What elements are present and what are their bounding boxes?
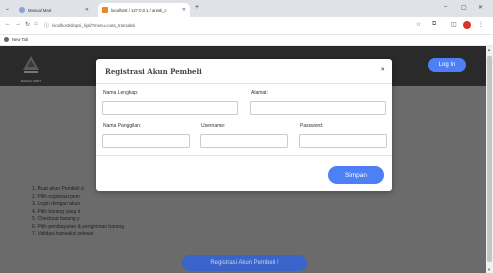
- page-scrollbar[interactable]: ▲ ▼: [486, 46, 493, 273]
- step-item: 4. Pilih barang yang d: [32, 208, 81, 215]
- alamat-label: Alamat:: [251, 90, 268, 96]
- tab-localhost[interactable]: localhost / 127.0.0.1 / aresk_c ✕: [98, 3, 190, 17]
- password-input[interactable]: [299, 134, 387, 148]
- close-window-icon[interactable]: ✕: [478, 4, 483, 11]
- step-item: 6. Pilih pembayaran & pengiriman barang: [32, 223, 124, 230]
- step-item: 2. Pilih registrasi pem: [32, 193, 80, 200]
- step-item: 5. Checkout barang y: [32, 216, 80, 222]
- close-icon[interactable]: ×: [381, 67, 385, 73]
- site-info-icon[interactable]: ⓘ: [44, 22, 49, 29]
- address-bar[interactable]: localhost/dinpsi_rijal/?menu=cara_transa…: [52, 23, 135, 28]
- step-item: 3. Login dengan akun: [32, 201, 81, 207]
- browser-tab-bar: ⌄ Manual Mart ✕ localhost / 127.0.0.1 / …: [0, 0, 493, 17]
- maximize-icon[interactable]: ▢: [461, 4, 467, 11]
- new-tab-icon[interactable]: +: [195, 4, 199, 11]
- modal-divider: [96, 83, 392, 84]
- minimize-icon[interactable]: –: [444, 4, 447, 10]
- profile-avatar-icon[interactable]: [463, 21, 471, 29]
- manual-mart-logo-icon[interactable]: [20, 54, 42, 80]
- globe-icon: [4, 37, 9, 42]
- back-icon[interactable]: ←: [5, 21, 11, 27]
- bookmark-star-icon[interactable]: ☆: [416, 21, 421, 28]
- favicon-icon: [19, 7, 25, 13]
- favicon-icon: [102, 7, 108, 13]
- username-label: Username:: [201, 123, 226, 129]
- alamat-input[interactable]: [250, 101, 386, 115]
- scroll-thumb[interactable]: [487, 56, 492, 262]
- bookmark-label: New Tab: [12, 37, 29, 42]
- reload-icon[interactable]: ↻: [25, 21, 30, 28]
- bookmark-new-tab[interactable]: New Tab: [4, 37, 28, 42]
- close-tab-icon[interactable]: ✕: [182, 7, 186, 13]
- scroll-up-icon[interactable]: ▲: [487, 47, 491, 52]
- forward-icon[interactable]: →: [15, 21, 21, 27]
- save-button[interactable]: Simpan: [328, 166, 384, 184]
- sidebar-icon[interactable]: ◫: [451, 21, 457, 28]
- bookmarks-bar: New Tab: [0, 35, 493, 46]
- extensions-icon[interactable]: ⧉: [432, 21, 436, 28]
- menu-icon[interactable]: ⋮: [478, 21, 484, 28]
- modal-footer-divider: [96, 155, 392, 156]
- nama-panggilan-label: Nama Panggilan:: [103, 123, 142, 129]
- nama-panggilan-input[interactable]: [102, 134, 190, 148]
- username-input[interactable]: [200, 134, 288, 148]
- registration-modal: Registrasi Akun Pembeli × Nama Lengkap: …: [96, 59, 392, 191]
- step-item: 7. Validasi transaksi selesai: [32, 231, 94, 237]
- tab-label: Manual Mart: [28, 7, 52, 13]
- transaction-steps: 1. Buat akun Pembeli d 2. Pilih registra…: [32, 186, 124, 239]
- home-icon[interactable]: ⌂: [34, 21, 38, 27]
- nama-lengkap-input[interactable]: [102, 101, 238, 115]
- tab-label: localhost / 127.0.0.1 / aresk_c: [111, 7, 167, 13]
- login-button[interactable]: Log In: [428, 58, 466, 72]
- modal-title: Registrasi Akun Pembeli: [105, 67, 202, 76]
- browser-toolbar: ← → ↻ ⌂ ⓘ localhost/dinpsi_rijal/?menu=c…: [0, 17, 493, 35]
- scroll-down-icon[interactable]: ▼: [487, 267, 491, 272]
- tab-search-icon[interactable]: ⌄: [5, 5, 10, 12]
- password-label: Password:: [300, 123, 324, 129]
- tab-manual-mart[interactable]: Manual Mart ✕: [15, 3, 93, 17]
- nama-lengkap-label: Nama Lengkap:: [103, 90, 139, 96]
- register-buyer-button[interactable]: Registrasi Akun Pembeli !: [182, 255, 307, 271]
- close-tab-icon[interactable]: ✕: [85, 7, 89, 13]
- logo-text: MANUAL MART: [20, 79, 42, 83]
